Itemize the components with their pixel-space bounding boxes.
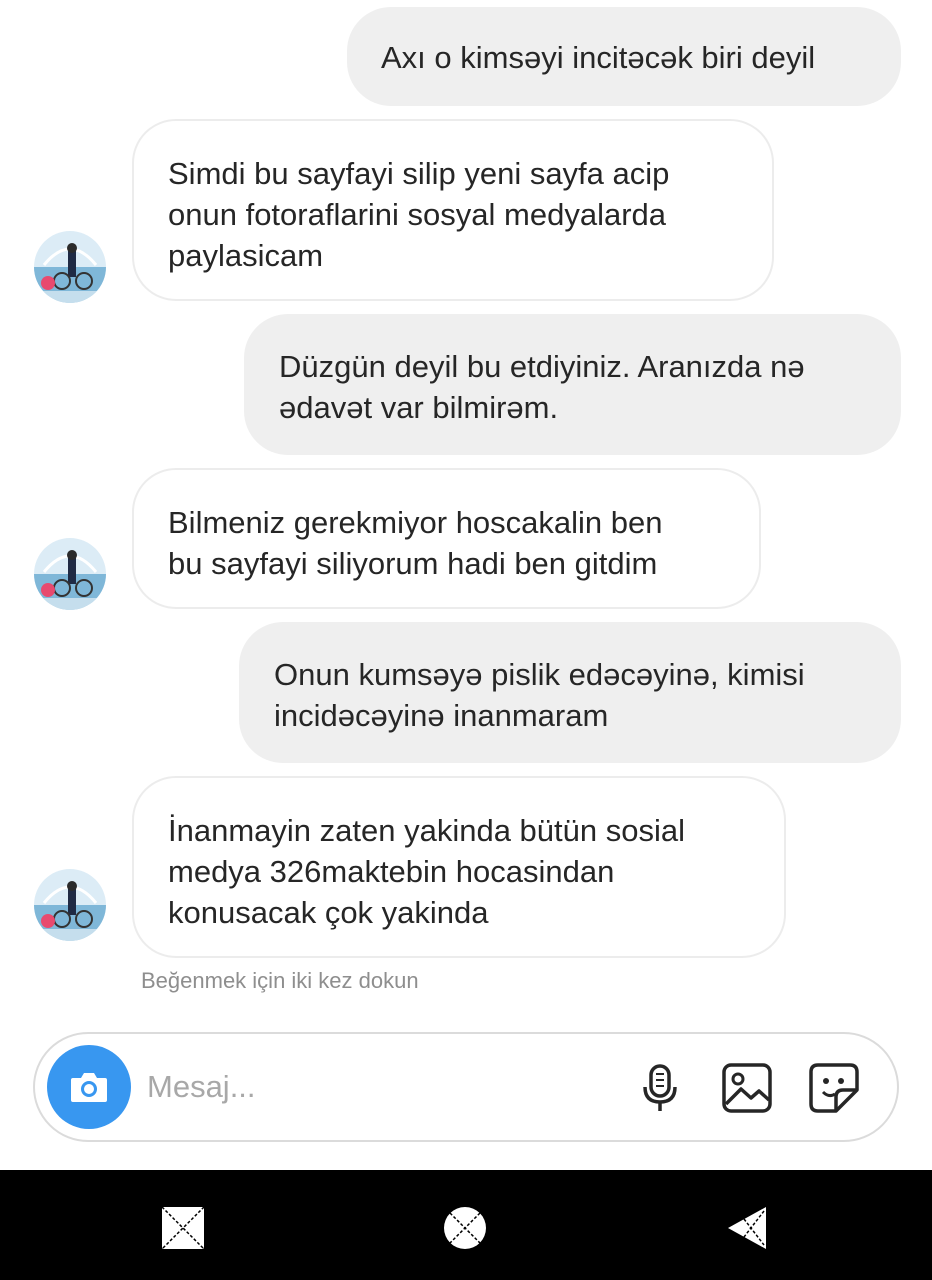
camera-button[interactable]	[47, 1045, 131, 1129]
message-received[interactable]: Simdi bu sayfayi silip yeni sayfa acip o…	[132, 119, 774, 301]
home-icon[interactable]	[442, 1205, 488, 1251]
message-sent[interactable]: Düzgün deyil bu etdiyiniz. Aranızda nə ə…	[244, 314, 901, 455]
system-navigation-bar	[0, 1170, 932, 1280]
message-composer	[33, 1032, 899, 1142]
avatar[interactable]	[34, 869, 106, 941]
back-icon[interactable]	[724, 1205, 770, 1251]
recent-apps-icon[interactable]	[160, 1205, 206, 1251]
message-received[interactable]: Bilmeniz gerekmiyor hoscakalin ben bu sa…	[132, 468, 761, 609]
avatar[interactable]	[34, 231, 106, 303]
gallery-icon[interactable]	[719, 1060, 775, 1116]
sticker-icon[interactable]	[806, 1060, 862, 1116]
camera-icon	[71, 1073, 107, 1102]
microphone-icon[interactable]	[632, 1060, 688, 1116]
double-tap-hint: Beğenmek için iki kez dokun	[141, 968, 419, 993]
message-thread: Axı o kimsəyi incitəcək biri deyil Simdi…	[0, 0, 932, 1170]
message-input[interactable]	[147, 1064, 507, 1110]
avatar[interactable]	[34, 538, 106, 610]
message-sent[interactable]: Onun kumsəyə pislik edəcəyinə, kimisi in…	[239, 622, 901, 763]
message-received[interactable]: İnanmayin zaten yakinda bütün sosial med…	[132, 776, 786, 958]
message-sent[interactable]: Axı o kimsəyi incitəcək biri deyil	[347, 7, 901, 106]
